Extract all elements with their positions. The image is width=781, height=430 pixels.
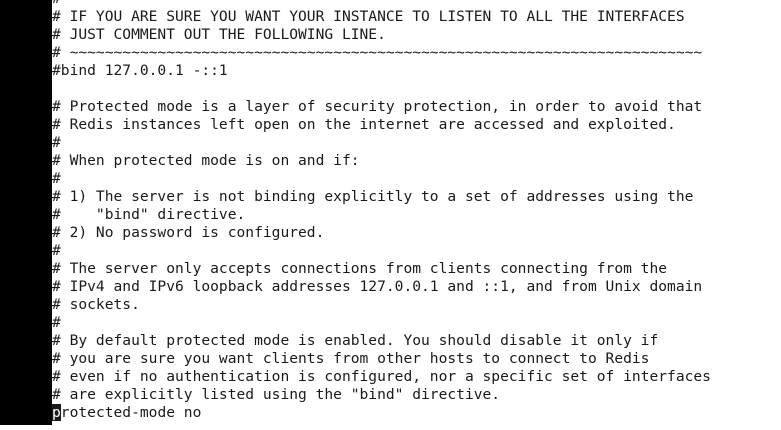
editor-line: # "bind" directive. [52,206,246,223]
editor-line: # [52,134,61,151]
editor-line: # are explicitly listed using the "bind"… [52,386,501,403]
editor-line: # you are sure you want clients from oth… [52,350,650,367]
editor-line: # [52,314,61,331]
editor-line: # When protected mode is on and if: [52,152,360,169]
editor-line: # 1) The server is not binding explicitl… [52,188,694,205]
editor-line: # IPv4 and IPv6 loopback addresses 127.0… [52,278,703,295]
editor-line: # [52,242,61,259]
editor-line: # Redis instances left open on the inter… [52,116,676,133]
editor-line: # Protected mode is a layer of security … [52,98,703,115]
editor-line: # 2) No password is configured. [52,224,325,241]
cursor-line: protected-mode no [52,404,781,422]
text-cursor: p [52,404,61,421]
text-editor[interactable]: # # IF YOU ARE SURE YOU WANT YOUR INSTAN… [52,0,781,430]
editor-line: # sockets. [52,296,140,313]
cursor-line-text: rotected-mode no [60,404,202,421]
left-margin [0,0,52,425]
editor-line: # [52,0,781,8]
editor-line: # [52,170,61,187]
editor-line: # By default protected mode is enabled. … [52,332,659,349]
editor-line: #bind 127.0.0.1 -::1 [52,62,228,79]
editor-line: # The server only accepts connections fr… [52,260,668,277]
editor-line: # IF YOU ARE SURE YOU WANT YOUR INSTANCE… [52,8,685,25]
editor-line: # ~~~~~~~~~~~~~~~~~~~~~~~~~~~~~~~~~~~~~~… [52,44,703,61]
editor-line: # JUST COMMENT OUT THE FOLLOWING LINE. [52,26,386,43]
editor-line: # even if no authentication is configure… [52,368,711,385]
